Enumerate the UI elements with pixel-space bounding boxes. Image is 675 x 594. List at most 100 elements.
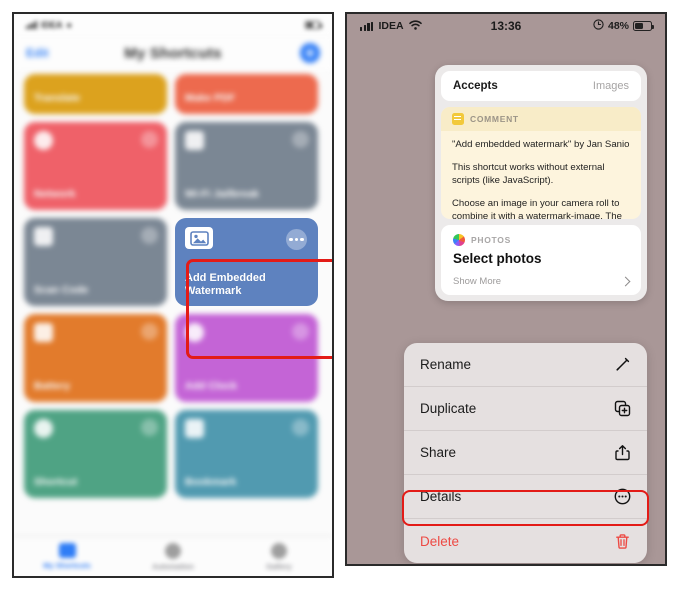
tile-label: Scan Code [34, 284, 89, 297]
shortcut-tile[interactable]: Shortcut [24, 410, 167, 498]
menu-item-label: Duplicate [420, 401, 477, 416]
right-phone-screenshot: IDEA 13:36 48% Accepts Images COMMENT "A… [345, 12, 667, 566]
menu-item-label: Share [420, 445, 457, 460]
menu-item-details[interactable]: Details [404, 475, 647, 519]
tab-label: Automation [152, 561, 194, 571]
accepts-value: Images [592, 80, 629, 92]
shortcut-tile[interactable]: Scan Code [24, 218, 167, 306]
context-action-menu: Rename Duplicate Share Details Delete [404, 343, 647, 563]
tile-label: Make PDF [185, 92, 236, 105]
show-more-label: Show More [453, 276, 502, 287]
tile-top [185, 131, 309, 150]
droplet-icon [34, 323, 53, 342]
photo-icon [185, 227, 213, 249]
photos-action-card[interactable]: PHOTOS Select photos Show More [441, 225, 641, 295]
photos-card-header: PHOTOS [453, 234, 629, 246]
comment-line: This shortcut works without external scr… [452, 161, 605, 187]
gallery-icon [271, 542, 287, 559]
tab-gallery[interactable]: Gallery [227, 542, 332, 571]
shortcuts-icon [58, 543, 76, 558]
bookmark-icon [185, 419, 204, 438]
shortcut-tile[interactable]: Battery [24, 314, 167, 402]
tab-automation[interactable]: Automation [121, 542, 226, 571]
shortcut-tile[interactable]: Translate [24, 74, 167, 114]
comment-card-body: "Add embedded watermark" by Jan Sanio Th… [441, 131, 641, 219]
clock-icon [185, 323, 204, 342]
clock-label: 13:36 [490, 19, 522, 33]
tile-top [185, 227, 308, 250]
menu-item-rename[interactable]: Rename [404, 343, 647, 387]
automation-icon [165, 542, 181, 559]
tile-top [185, 323, 309, 342]
tile-label: Shortcut [34, 476, 78, 489]
tile-more-icon[interactable] [141, 131, 158, 148]
signal-bars-icon [26, 21, 37, 29]
tile-label: Add Embedded Watermark [185, 272, 266, 297]
tile-label: Wi-Fi Jailbreak [185, 188, 260, 201]
pencil-icon [614, 356, 631, 373]
shortcut-tile[interactable]: Network [24, 122, 167, 210]
menu-item-duplicate[interactable]: Duplicate [404, 387, 647, 431]
battery-icon [305, 21, 322, 29]
photos-app-icon [453, 234, 465, 246]
tile-more-icon[interactable] [292, 323, 309, 340]
left-status-right [302, 21, 322, 29]
comment-line: "Add embedded watermark" by Jan Sanio [452, 139, 630, 150]
tile-top [34, 131, 158, 150]
accepts-row[interactable]: Accepts Images [441, 71, 641, 101]
tile-top [34, 419, 158, 438]
comment-badge: COMMENT [470, 114, 519, 124]
tile-top [34, 227, 158, 246]
tab-label: My Shortcuts [43, 561, 91, 570]
comment-icon [452, 113, 464, 125]
trash-icon [614, 533, 631, 550]
tile-label: Battery [34, 380, 71, 393]
tile-more-icon[interactable] [141, 323, 158, 340]
shortcut-tile[interactable]: Wi-Fi Jailbreak [175, 122, 318, 210]
comment-card[interactable]: COMMENT "Add embedded watermark" by Jan … [441, 107, 641, 219]
tile-label: Network [34, 188, 76, 201]
left-phone-screenshot: IDEA ● Edit My Shortcuts Translate Make … [12, 12, 334, 578]
comment-line: Choose an image in your camera roll to c… [452, 197, 622, 219]
tab-my-shortcuts[interactable]: My Shortcuts [15, 543, 120, 570]
left-tab-bar: My Shortcuts Automation Gallery [14, 536, 332, 576]
tile-label: Bookmark [185, 476, 237, 489]
left-status-bar: IDEA ● [14, 14, 332, 36]
tile-more-icon[interactable] [292, 131, 309, 148]
shortcut-tile[interactable]: Bookmark [175, 410, 318, 498]
tile-more-icon[interactable] [292, 419, 309, 436]
wifi-icon: ● [66, 20, 72, 30]
screenshot-root: IDEA ● Edit My Shortcuts Translate Make … [0, 0, 675, 594]
shortcut-tile[interactable]: Add Clock [175, 314, 318, 402]
carrier-label: IDEA [41, 20, 63, 30]
photos-action-title: Select photos [453, 251, 542, 266]
shortcut-tile-add-embedded-watermark[interactable]: Add Embedded Watermark [175, 218, 318, 306]
shortcut-tile[interactable]: Make PDF [175, 74, 318, 114]
tile-more-icon[interactable] [286, 229, 307, 250]
shortcut-detail-card: Accepts Images COMMENT "Add embedded wat… [435, 65, 647, 301]
menu-item-share[interactable]: Share [404, 431, 647, 475]
battery-icon [633, 21, 654, 31]
wrench-icon [185, 131, 204, 150]
ellipsis-circle-icon [614, 488, 631, 505]
power-icon [34, 131, 53, 150]
share-icon [614, 444, 631, 461]
page-title: My Shortcuts [124, 44, 222, 62]
photos-badge: PHOTOS [471, 235, 511, 245]
tile-top [34, 323, 158, 342]
left-status-left: IDEA ● [26, 20, 72, 30]
right-status-bar: IDEA 13:36 48% [347, 14, 665, 38]
menu-item-label: Delete [420, 533, 460, 549]
tile-more-icon[interactable] [141, 419, 158, 436]
duplicate-icon [614, 400, 631, 417]
tile-more-icon[interactable] [141, 227, 158, 244]
tile-top [185, 419, 309, 438]
chevron-right-icon [620, 276, 631, 287]
show-more-row[interactable]: Show More [453, 276, 631, 287]
menu-item-label: Details [420, 489, 462, 504]
globe-icon [34, 419, 53, 438]
qr-icon [34, 227, 53, 246]
add-shortcut-button[interactable] [300, 43, 320, 63]
comment-card-header: COMMENT [441, 107, 641, 131]
menu-item-delete[interactable]: Delete [404, 519, 647, 563]
